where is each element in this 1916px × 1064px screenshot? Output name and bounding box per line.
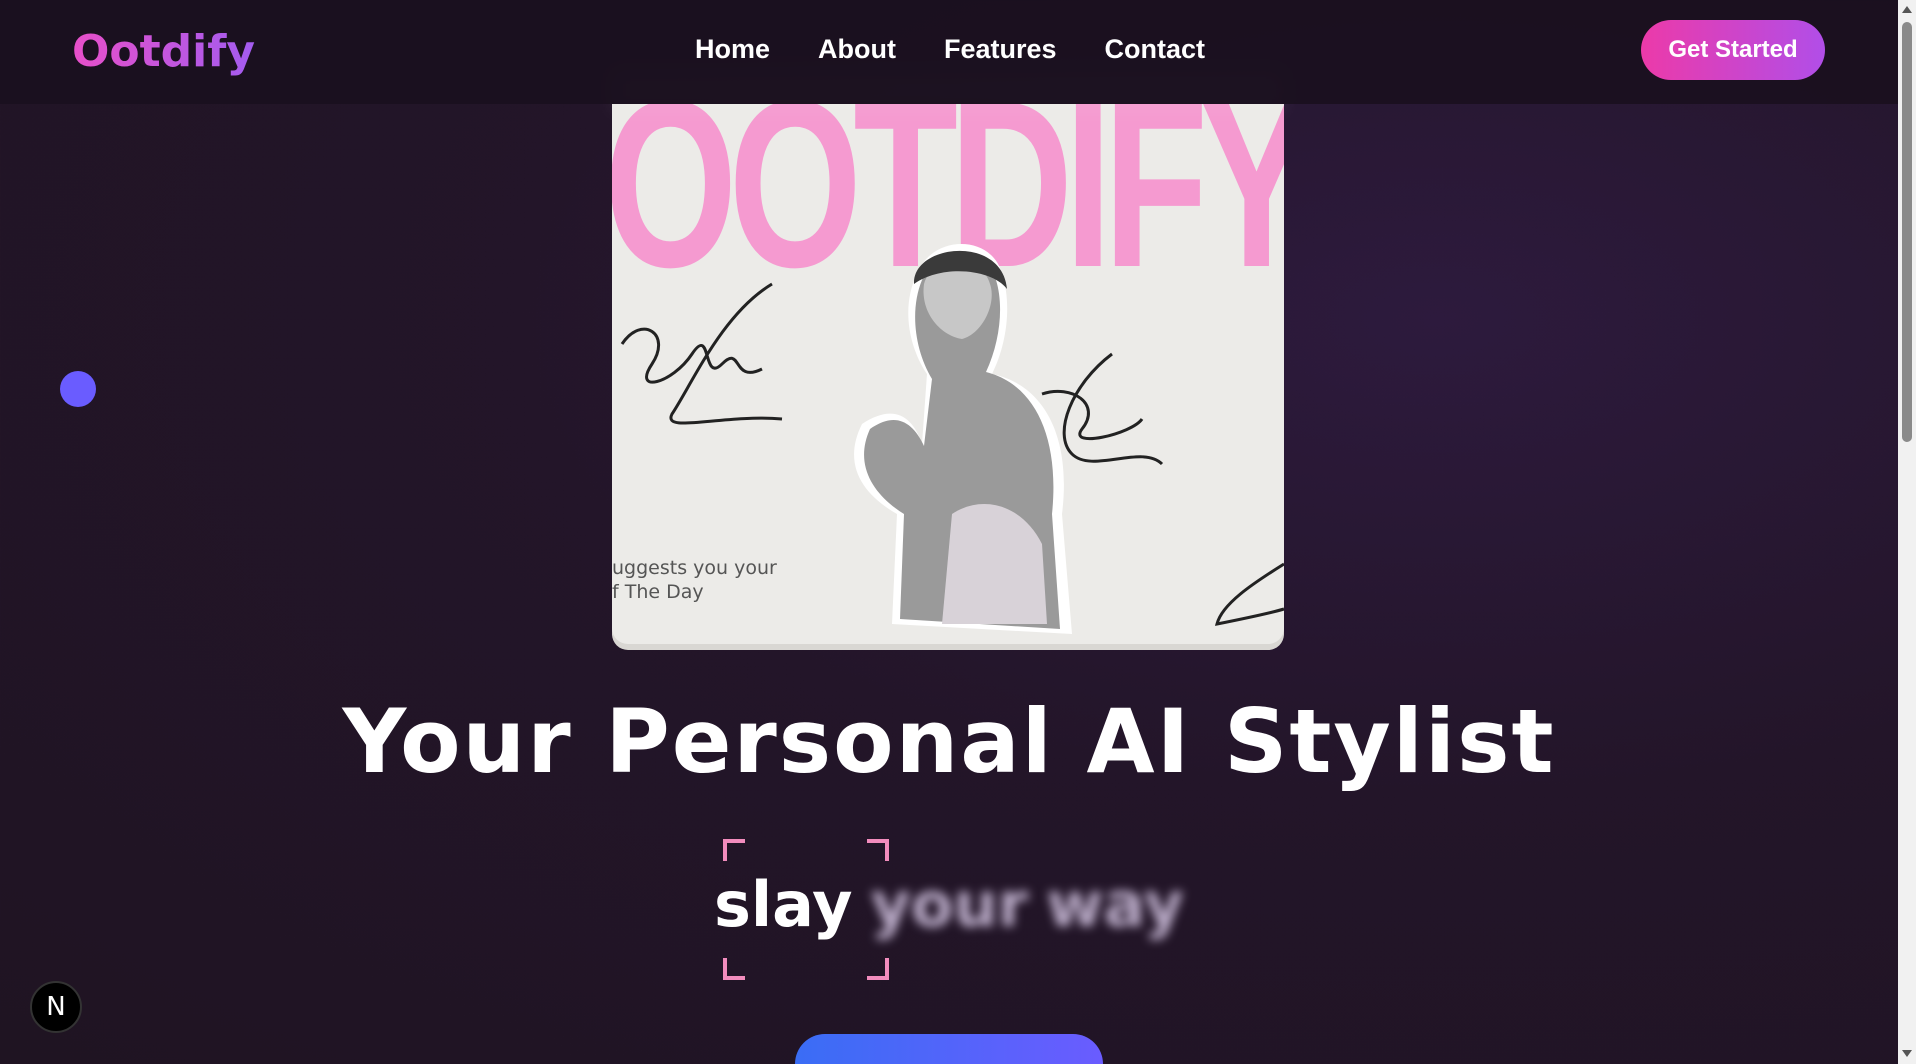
nav-link-features[interactable]: Features: [944, 34, 1057, 65]
model-photo: [854, 244, 1072, 634]
script-flourish: [1214, 562, 1284, 626]
logo[interactable]: Ootdify: [72, 26, 255, 77]
nav-link-contact[interactable]: Contact: [1105, 34, 1206, 65]
nav-links: Home About Features Contact: [695, 34, 1205, 65]
tagline-word-focused: slay: [714, 868, 853, 941]
script-slay-left: [620, 282, 783, 425]
card-caption-line-2: f The Day: [612, 581, 704, 603]
focus-bracket-bottom-left: [723, 958, 745, 980]
nav-link-home[interactable]: Home: [695, 34, 770, 65]
scroll-thumb[interactable]: [1902, 22, 1912, 442]
dev-tools-badge[interactable]: N: [30, 981, 82, 1033]
focus-bracket-top-right: [867, 839, 889, 861]
card-caption-line-1: uggests you your: [612, 557, 777, 579]
hero-tagline: slay your way: [714, 868, 1184, 941]
nav-link-about[interactable]: About: [818, 34, 896, 65]
get-started-button[interactable]: Get Started: [1641, 20, 1825, 80]
focus-bracket-bottom-right: [867, 958, 889, 980]
scroll-down-arrow-icon[interactable]: [1902, 1050, 1912, 1057]
card-caption: uggests you your f The Day: [612, 556, 777, 604]
tagline-word-blurred: your: [870, 868, 1029, 941]
focus-bracket-top-left: [723, 839, 745, 861]
cursor-dot: [60, 371, 96, 407]
page-scrollbar[interactable]: [1898, 0, 1916, 1064]
hero-action-button[interactable]: [795, 1034, 1103, 1064]
tagline-word-blurred: way: [1046, 868, 1184, 941]
scroll-up-arrow-icon[interactable]: [1902, 6, 1912, 13]
hero-headline: Your Personal AI Stylist: [342, 690, 1556, 793]
top-navbar: Ootdify Home About Features Contact Get …: [0, 0, 1898, 104]
hero-image-card: OOTDIFY uggests you your f The Day: [612, 104, 1284, 644]
